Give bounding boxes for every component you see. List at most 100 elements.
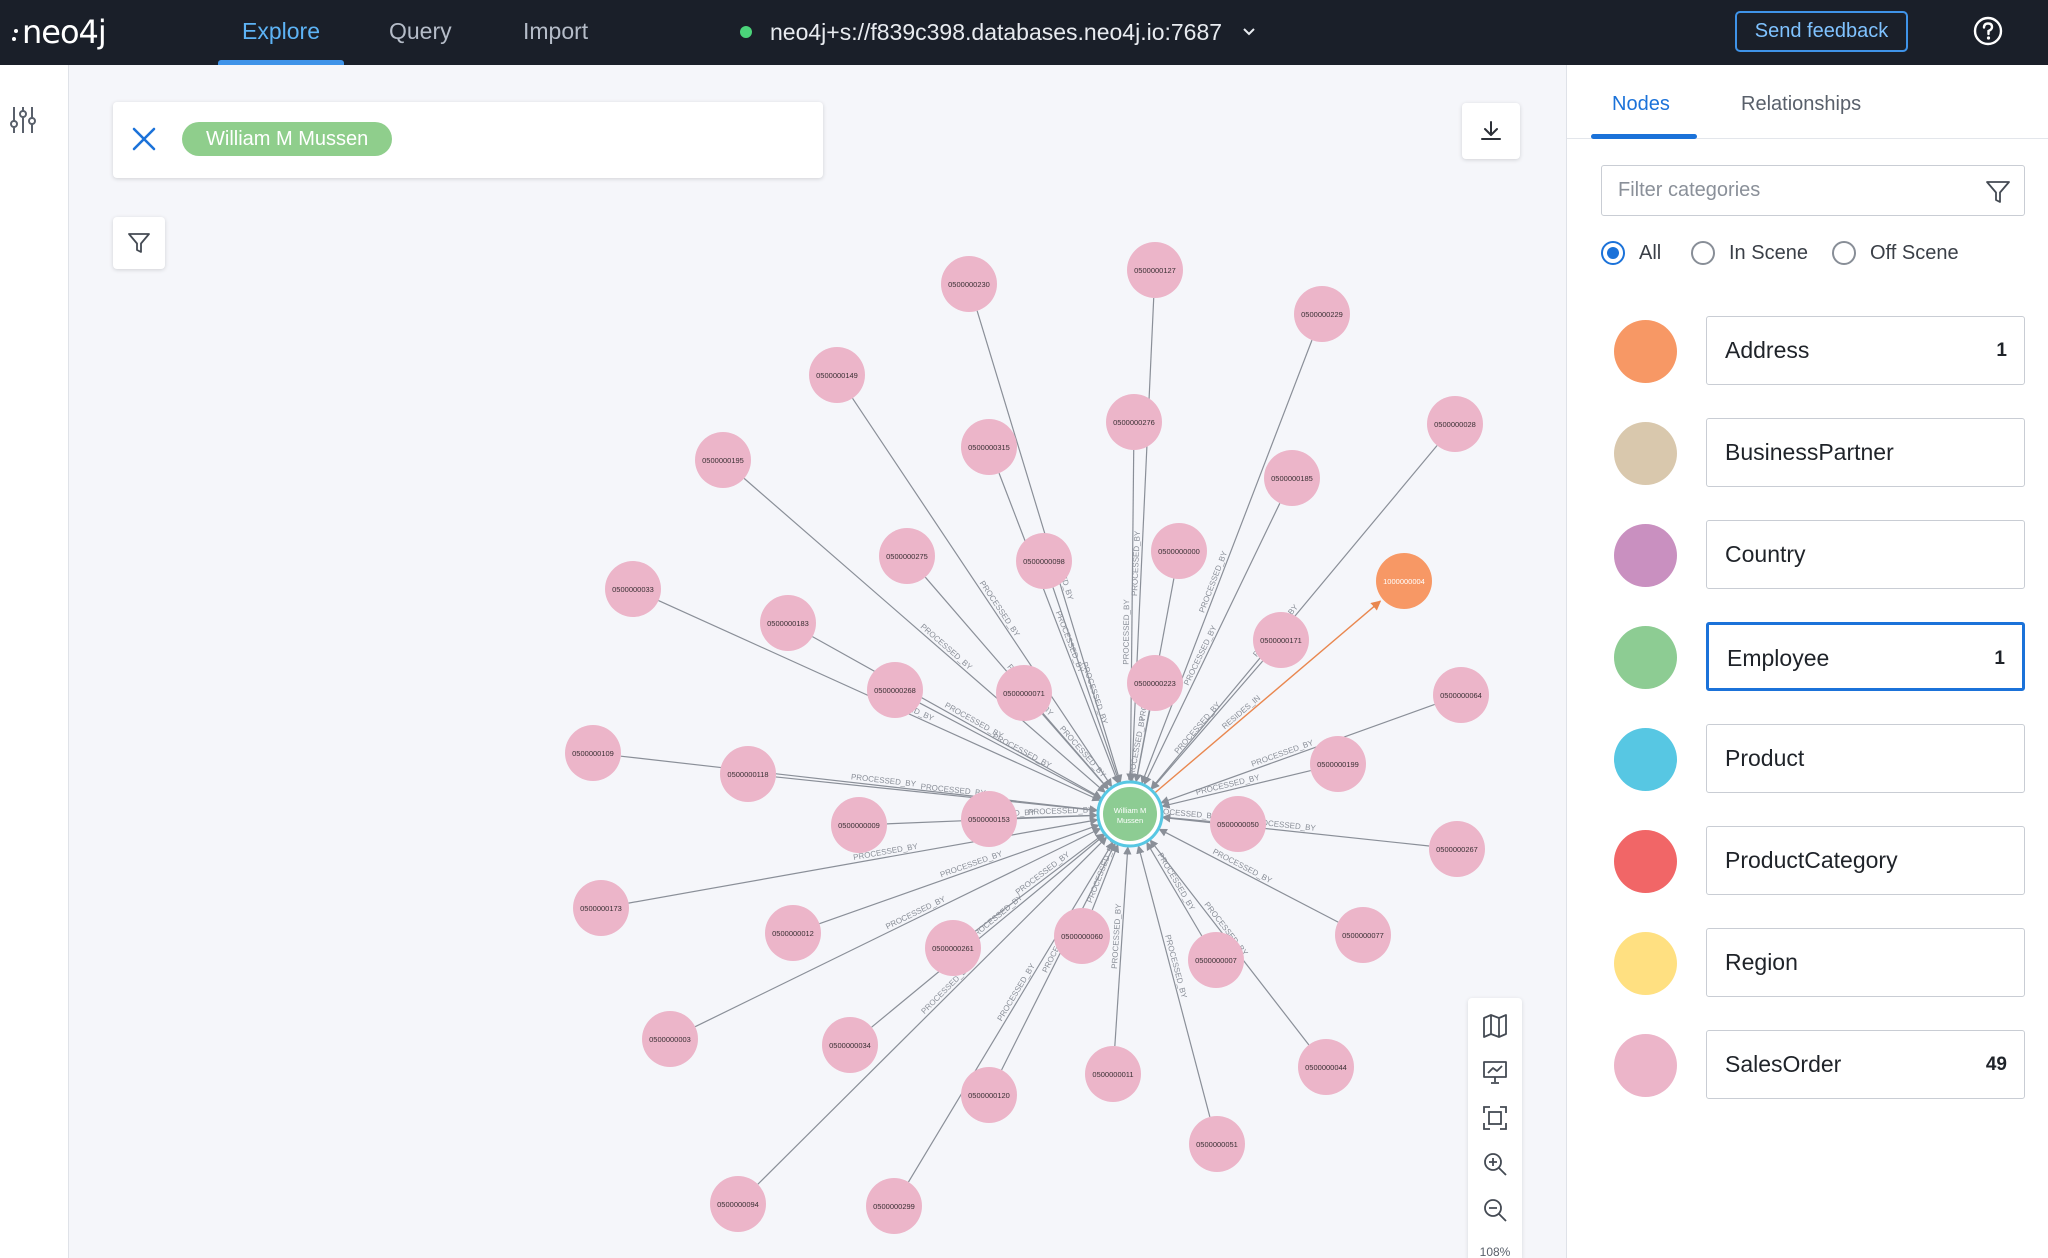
graph-visualization[interactable]: PROCESSED_BY PROCESSED_BY PROCESSED_BY PROC… [69,65,1566,1258]
category-field[interactable]: BusinessPartner [1706,418,2025,487]
category-count: 1 [1994,648,2005,669]
salesorder-node-label: 0500000034 [829,1041,871,1050]
category-row-product[interactable]: Product [1567,724,2048,794]
category-field[interactable]: SalesOrder 49 [1706,1030,2025,1099]
salesorder-node-label: 0500000094 [717,1200,759,1209]
connection-selector[interactable]: neo4j+s://f839c398.databases.neo4j.io:76… [740,12,1256,52]
category-row-address[interactable]: Address 1 [1567,316,2048,386]
category-count: 1 [1996,340,2007,361]
category-field[interactable]: Country [1706,520,2025,589]
help-circle-icon[interactable] [1973,16,2003,46]
relationship-edge[interactable] [694,827,1102,1028]
category-color-swatch[interactable] [1614,728,1677,791]
category-field[interactable]: Product [1706,724,2025,793]
salesorder-node-label: 0500000183 [767,619,809,628]
category-name: ProductCategory [1725,847,1898,873]
salesorder-node-label: 0500000120 [968,1091,1010,1100]
salesorder-node-label: 0500000299 [873,1202,915,1211]
search-pill[interactable]: William M Mussen [182,122,393,156]
category-field[interactable]: Region [1706,928,2025,997]
close-icon[interactable] [129,124,159,154]
category-color-swatch[interactable] [1614,1034,1677,1097]
category-color-swatch[interactable] [1614,422,1677,485]
graph-canvas[interactable]: PROCESSED_BY PROCESSED_BY PROCESSED_BY PROC… [69,65,1566,1258]
salesorder-node-label: 0500000098 [1023,557,1065,566]
left-rail [0,65,69,1258]
zoom-in-icon[interactable] [1481,1150,1509,1178]
radio-off-scene-indicator [1832,241,1856,265]
relationship-edge[interactable] [757,836,1108,1185]
salesorder-node-label: 0500000109 [572,749,614,758]
tab-explore[interactable]: Explore [218,0,344,65]
category-name: Region [1725,949,1798,975]
zoom-level: 108% [1479,1245,1511,1258]
category-color-swatch[interactable] [1614,320,1677,383]
category-color-swatch[interactable] [1614,524,1677,587]
settings-sliders-icon[interactable] [10,105,36,135]
send-feedback-button[interactable]: Send feedback [1735,11,1908,52]
relationship-label: PROCESSED_BY [1173,700,1223,756]
salesorder-node-label: 0500000149 [816,371,858,380]
relationship-edge[interactable] [1146,841,1203,937]
relationship-label: PROCESSED_BY [1126,715,1147,782]
salesorder-node-label: 0500000050 [1217,820,1259,829]
category-row-region[interactable]: Region [1567,928,2048,998]
relationship-edge[interactable] [775,776,1099,814]
map-icon[interactable] [1481,1012,1509,1040]
radio-all[interactable]: All [1601,240,1661,266]
presentation-icon[interactable] [1481,1058,1509,1086]
salesorder-node-label: 0500000230 [948,280,990,289]
category-color-swatch[interactable] [1614,626,1677,689]
category-row-employee[interactable]: Employee 1 [1567,622,2048,692]
legend-panel: Nodes Relationships All In Scene Off Sce… [1566,65,2048,1258]
salesorder-node-label: 0500000199 [1317,760,1359,769]
filter-categories-input[interactable] [1601,165,2025,216]
graph-filter-button[interactable] [113,217,165,269]
download-button[interactable] [1462,103,1520,159]
relationship-label: PROCESSED_BY [1110,903,1123,969]
zoom-out-icon[interactable] [1481,1196,1509,1224]
tab-query[interactable]: Query [389,0,452,65]
category-row-productcategory[interactable]: ProductCategory [1567,826,2048,896]
salesorder-node-label: 0500000060 [1061,932,1103,941]
address-node-label: 1000000004 [1383,577,1425,586]
relationship-label: PROCESSED_BY [1080,661,1110,726]
salesorder-node-label: 0500000044 [1305,1063,1347,1072]
relationship-label: PROCESSED_BY [939,849,1004,879]
category-row-businesspartner[interactable]: BusinessPartner [1567,418,2048,488]
filter-icon[interactable] [1985,179,2011,205]
relationship-edge[interactable] [907,841,1114,1183]
salesorder-node-label: 0500000275 [886,552,928,561]
salesorder-node-label: 0500000077 [1342,931,1384,940]
tab-import[interactable]: Import [523,0,588,65]
tab-nodes[interactable]: Nodes [1612,93,1670,116]
salesorder-node-label: 0500000118 [727,770,768,779]
category-name: BusinessPartner [1725,439,1894,465]
category-name: Product [1725,745,1805,771]
salesorder-node-label: 0500000007 [1195,956,1237,965]
category-color-swatch[interactable] [1614,830,1677,893]
relationship-label: PROCESSED_BY [1156,851,1197,912]
salesorder-node-label: 0500000064 [1440,691,1482,700]
radio-all-label: All [1639,241,1662,264]
fit-to-screen-icon[interactable] [1481,1104,1509,1132]
category-field[interactable]: Address 1 [1706,316,2025,385]
relationship-label: PROCESSED_BY [1028,805,1094,816]
salesorder-node-label: 0500000185 [1271,474,1313,483]
tab-relationships[interactable]: Relationships [1741,93,1861,116]
category-name: Employee [1727,645,1830,671]
search-bar[interactable]: William M Mussen [113,102,823,178]
radio-off-scene[interactable]: Off Scene [1832,240,1959,266]
salesorder-node-label: 0500000276 [1113,418,1155,427]
category-field[interactable]: ProductCategory [1706,826,2025,895]
salesorder-node-label: 0500000051 [1196,1140,1238,1149]
category-color-swatch[interactable] [1614,932,1677,995]
relationship-label: PROCESSED_BY [991,732,1054,771]
category-row-country[interactable]: Country [1567,520,2048,590]
relationship-edge[interactable] [1041,713,1109,790]
neo4j-logo[interactable]: neo4j [12,12,107,52]
category-row-salesorder[interactable]: SalesOrder 49 [1567,1030,2048,1100]
radio-in-scene[interactable]: In Scene [1691,240,1808,266]
category-field[interactable]: Employee 1 [1706,622,2025,691]
radio-in-scene-label: In Scene [1729,241,1808,264]
